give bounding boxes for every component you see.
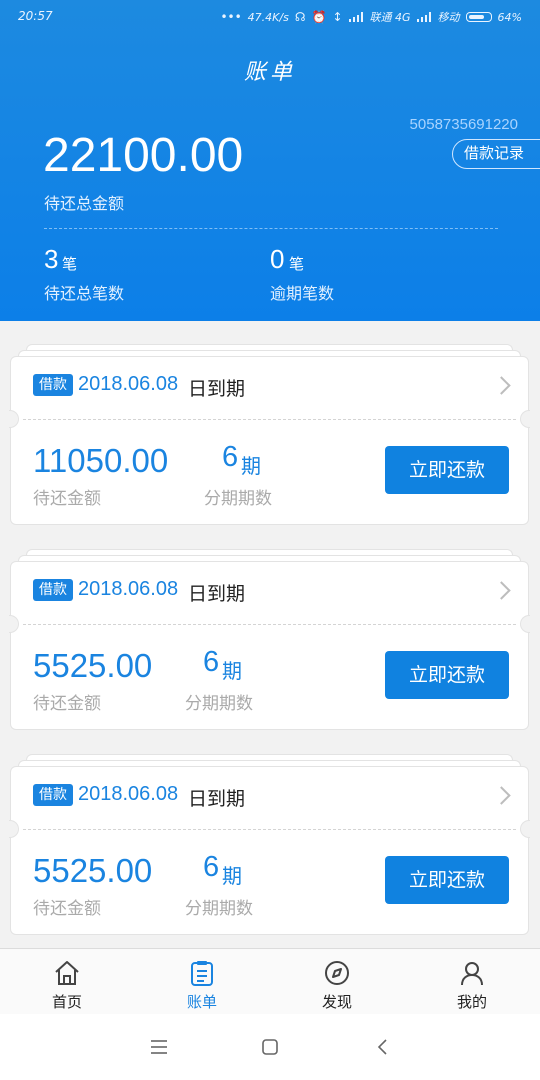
- bill-periods-label: 分期期数: [185, 694, 253, 714]
- status-time: 20:57: [18, 9, 53, 23]
- bill-card: 借款 2018.06.08 日到期 5525.00 待还金额 6 期 分期期数 …: [9, 549, 530, 730]
- pay-now-button[interactable]: 立即还款: [385, 446, 509, 494]
- home-icon: [55, 961, 79, 985]
- pending-unit: 笔: [62, 255, 78, 273]
- pay-now-button[interactable]: 立即还款: [385, 856, 509, 904]
- loan-badge: 借款: [33, 784, 73, 806]
- account-number: 5058735691220: [409, 116, 518, 133]
- loan-badge: 借款: [33, 579, 73, 601]
- due-suffix: 日到期: [188, 378, 246, 400]
- status-indicators: ••• 47.4K/s ☊ ⏰ ↕ 联通 4G 移动 64%: [220, 9, 522, 25]
- tab-discover[interactable]: 发现: [287, 949, 387, 1015]
- bill-periods: 6: [222, 441, 239, 473]
- due-date: 2018.06.08: [78, 783, 179, 805]
- battery-icon: [465, 12, 492, 22]
- tab-label: 账单: [186, 993, 217, 1011]
- bill-card-body: 借款 2018.06.08 日到期 5525.00 待还金额 6 期 分期期数 …: [9, 766, 530, 935]
- overdue-count: 0: [270, 244, 285, 274]
- signal-icon: [348, 12, 364, 22]
- due-date: 2018.06.08: [78, 578, 179, 600]
- home-square-icon[interactable]: [261, 1038, 279, 1056]
- overdue-count-label: 逾期笔数: [270, 284, 335, 303]
- bill-periods: 6: [203, 646, 220, 678]
- system-nav-bar: [0, 1014, 540, 1080]
- pending-count-label: 待还总笔数: [44, 284, 125, 303]
- bill-amount-label: 待还金额: [33, 899, 101, 919]
- menu-icon[interactable]: [150, 1038, 168, 1056]
- bill-card: 借款 2018.06.08 日到期 11050.00 待还金额 6 期 分期期数…: [9, 344, 530, 525]
- bill-amount: 11050.00: [33, 442, 169, 479]
- carrier-2: 移动: [437, 11, 460, 24]
- pending-count: 3: [44, 244, 59, 274]
- due-suffix: 日到期: [188, 788, 246, 810]
- bill-amount-label: 待还金额: [33, 694, 101, 714]
- signal-icon: [416, 12, 432, 22]
- chevron-right-icon[interactable]: [492, 786, 511, 805]
- alarm-icon: ⏰: [311, 10, 327, 24]
- bill-amount-label: 待还金额: [33, 489, 101, 509]
- loan-record-button[interactable]: 借款记录: [452, 139, 540, 169]
- header: 20:57 ••• 47.4K/s ☊ ⏰ ↕ 联通 4G 移动 64% 账单 …: [0, 0, 540, 321]
- pay-now-button[interactable]: 立即还款: [385, 651, 509, 699]
- vibrate-icon: ↕: [332, 10, 343, 24]
- bill-card-body: 借款 2018.06.08 日到期 11050.00 待还金额 6 期 分期期数…: [9, 356, 530, 525]
- tab-label: 我的: [456, 993, 487, 1011]
- headphone-icon: ☊: [294, 10, 306, 24]
- tab-mine[interactable]: 我的: [422, 949, 522, 1015]
- due-date: 2018.06.08: [78, 373, 179, 395]
- bill-periods-label: 分期期数: [204, 489, 272, 509]
- overdue-unit: 笔: [289, 255, 305, 273]
- bill-periods: 6: [203, 851, 220, 883]
- bill-periods-label: 分期期数: [185, 899, 253, 919]
- chevron-right-icon[interactable]: [492, 376, 511, 395]
- bill-card: 借款 2018.06.08 日到期 5525.00 待还金额 6 期 分期期数 …: [9, 754, 530, 935]
- bill-card-body: 借款 2018.06.08 日到期 5525.00 待还金额 6 期 分期期数 …: [9, 561, 530, 730]
- user-icon: [461, 962, 483, 986]
- chevron-right-icon[interactable]: [492, 581, 511, 600]
- bill-periods-unit: 期: [241, 454, 261, 478]
- tab-bill[interactable]: 账单: [152, 949, 252, 1015]
- bill-periods-unit: 期: [222, 864, 242, 888]
- tab-label: 发现: [321, 993, 352, 1011]
- status-dots: •••: [220, 10, 242, 24]
- status-bar: 20:57 ••• 47.4K/s ☊ ⏰ ↕ 联通 4G 移动 64%: [0, 0, 540, 34]
- total-amount: 22100.00: [43, 129, 244, 182]
- carrier-1: 联通 4G: [369, 11, 411, 24]
- tab-home[interactable]: 首页: [17, 949, 117, 1015]
- tab-label: 首页: [51, 993, 82, 1011]
- loan-badge: 借款: [33, 374, 73, 396]
- bill-periods-unit: 期: [222, 659, 242, 683]
- bill-icon: [191, 961, 213, 986]
- battery-level: 64%: [497, 10, 522, 24]
- page-title: 账单: [243, 60, 296, 85]
- bottom-tab-bar: 首页 账单 发现 我的: [0, 948, 540, 1015]
- total-amount-label: 待还总金额: [44, 194, 125, 213]
- bill-amount: 5525.00: [33, 852, 153, 889]
- back-icon[interactable]: [374, 1038, 392, 1056]
- network-speed: 47.4K/s: [247, 10, 289, 24]
- compass-icon: [325, 961, 349, 985]
- header-divider: [44, 228, 498, 229]
- due-suffix: 日到期: [188, 583, 246, 605]
- bill-amount: 5525.00: [33, 647, 153, 684]
